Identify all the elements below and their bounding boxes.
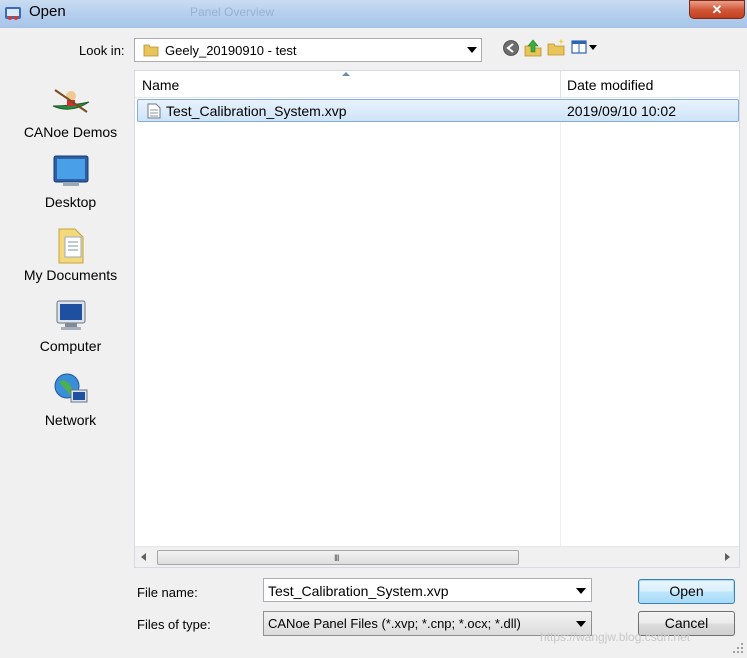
places-bar: CANoe Demos Desktop My Documents Compute… <box>7 70 134 568</box>
close-button[interactable]: ✕ <box>689 0 745 19</box>
up-folder-icon[interactable] <box>523 38 543 58</box>
back-icon[interactable] <box>501 38 521 58</box>
background-window-title: Panel Overview <box>190 5 275 19</box>
header-divider <box>135 97 739 98</box>
file-type-label: Files of type: <box>137 617 211 632</box>
file-name-input[interactable]: Test_Calibration_System.xvp <box>263 578 592 602</box>
folder-icon <box>143 44 159 57</box>
network-icon <box>54 373 87 403</box>
place-label: My Documents <box>23 267 118 283</box>
chevron-down-icon[interactable] <box>467 47 477 53</box>
column-header-name[interactable]: Name <box>135 71 561 98</box>
open-button[interactable]: Open <box>638 579 735 604</box>
place-label: Network <box>44 412 97 428</box>
desktop-icon <box>53 155 88 186</box>
file-list[interactable]: Name Date modified Test_Calibration_Syst… <box>134 70 740 568</box>
computer-icon <box>56 300 85 330</box>
place-label: Desktop <box>44 194 97 210</box>
place-label: Computer <box>39 338 102 354</box>
place-desktop[interactable]: Desktop <box>7 154 134 210</box>
file-name: Test_Calibration_System.xvp <box>166 103 347 119</box>
look-in-label: Look in: <box>79 43 125 58</box>
my-documents-icon <box>58 228 83 264</box>
file-row[interactable]: Test_Calibration_System.xvp 2019/09/10 1… <box>137 99 739 122</box>
file-name-label: File name: <box>137 585 198 600</box>
place-canoe-demos[interactable]: CANoe Demos <box>7 82 134 140</box>
scroll-left-icon[interactable] <box>141 553 146 561</box>
look-in-dropdown[interactable]: Geely_20190910 - test <box>134 38 482 62</box>
scrollbar-thumb[interactable]: III <box>157 550 519 565</box>
sort-ascending-icon <box>342 72 350 76</box>
file-name-value: Test_Calibration_System.xvp <box>268 583 449 599</box>
horizontal-scrollbar[interactable]: III <box>135 546 739 567</box>
column-divider <box>560 98 561 546</box>
chevron-down-icon[interactable] <box>576 588 586 594</box>
place-label: CANoe Demos <box>23 124 118 140</box>
column-header-date-modified[interactable]: Date modified <box>560 71 739 98</box>
canoe-demos-icon <box>52 89 89 113</box>
resize-grip-icon[interactable] <box>730 640 744 654</box>
column-header-label: Date modified <box>567 77 654 93</box>
look-in-value: Geely_20190910 - test <box>165 43 297 58</box>
title-bar[interactable]: Panel Overview Open ✕ <box>0 0 747 29</box>
app-icon <box>5 7 21 20</box>
chevron-down-icon[interactable] <box>576 621 586 627</box>
new-folder-icon[interactable] <box>546 38 566 58</box>
file-icon <box>147 103 161 119</box>
place-my-documents[interactable]: My Documents <box>7 225 134 283</box>
place-computer[interactable]: Computer <box>7 298 134 354</box>
watermark: https://wangjw.blog.csdn.net <box>540 630 691 644</box>
place-network[interactable]: Network <box>7 370 134 428</box>
scrollbar-grip: III <box>334 553 339 563</box>
view-menu-icon[interactable] <box>570 38 600 58</box>
column-header-label: Name <box>142 77 180 93</box>
window-title: Open <box>29 3 66 20</box>
file-type-value: CANoe Panel Files (*.xvp; *.cnp; *.ocx; … <box>268 616 521 631</box>
scroll-right-icon[interactable] <box>725 553 730 561</box>
file-date-modified: 2019/09/10 10:02 <box>567 103 676 119</box>
